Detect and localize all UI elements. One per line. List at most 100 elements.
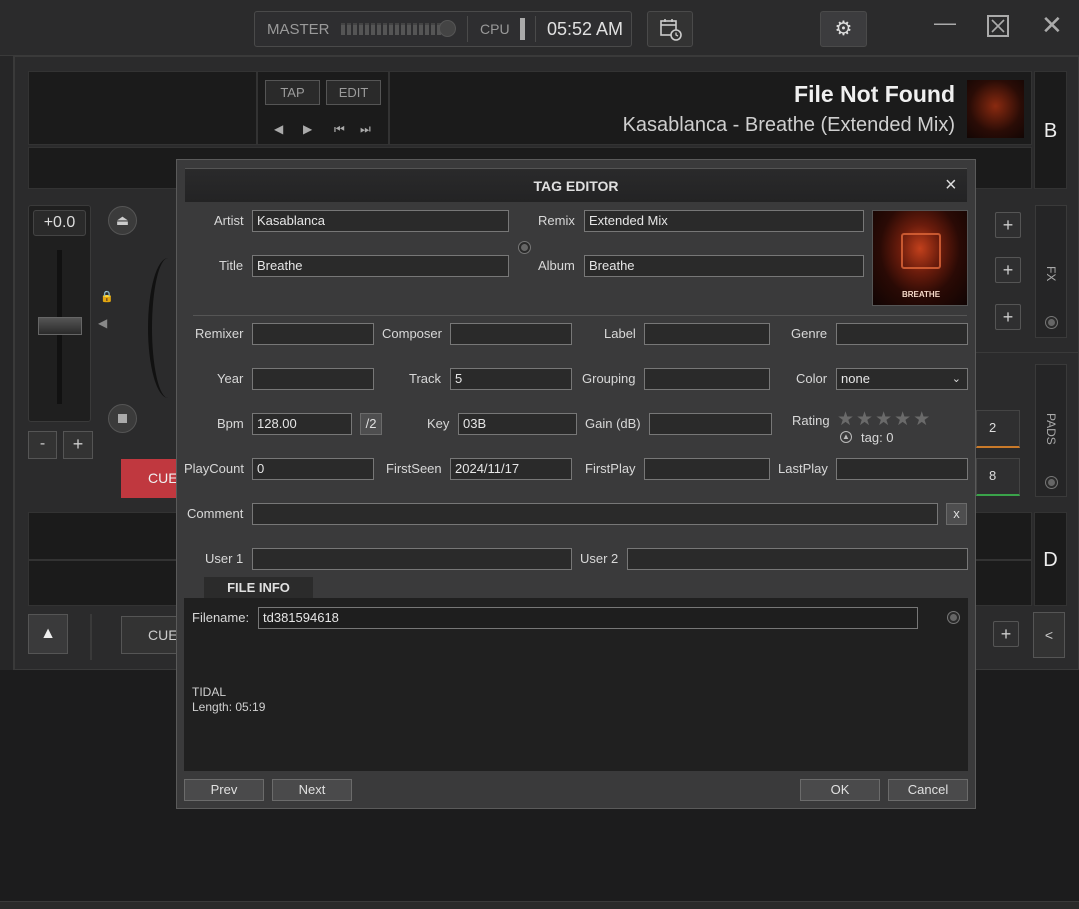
fx-radio-icon[interactable] — [1046, 317, 1057, 328]
comment-clear-button[interactable]: x — [946, 503, 967, 525]
star-icon[interactable]: ★ — [837, 410, 854, 430]
file-source: TIDAL — [192, 685, 227, 699]
fx-add-button-1[interactable]: + — [995, 212, 1021, 238]
pitch-minus-button[interactable]: - — [28, 431, 57, 459]
color-select-value: none — [841, 371, 870, 386]
user1-input[interactable] — [252, 548, 572, 570]
playcount-input[interactable]: 0 — [252, 458, 374, 480]
deck-letter-d[interactable]: D — [1034, 512, 1067, 606]
filename-label: Filename: — [192, 610, 250, 625]
lock-icon[interactable]: 🔒 — [100, 290, 114, 303]
album-artwork[interactable]: BREATHE — [872, 210, 968, 306]
title-input[interactable]: Breathe — [252, 255, 509, 277]
remix-input[interactable]: Extended Mix — [584, 210, 864, 232]
divider — [535, 16, 536, 42]
user2-input[interactable] — [627, 548, 968, 570]
star-icon[interactable]: ★ — [875, 410, 892, 430]
close-icon[interactable]: ✕ — [1041, 10, 1063, 41]
fx-label: FX — [1044, 266, 1058, 282]
comment-input[interactable] — [252, 503, 938, 525]
artist-input[interactable]: Kasablanca — [252, 210, 509, 232]
fx-add-button-3[interactable]: + — [995, 304, 1021, 330]
filename-options-icon[interactable] — [948, 612, 959, 623]
rating-stars[interactable]: ★ ★ ★ ★ ★ — [837, 410, 930, 430]
dialog-close-icon[interactable]: × — [945, 174, 957, 197]
edit-button[interactable]: EDIT — [326, 80, 381, 105]
filename-input[interactable]: td381594618 — [258, 607, 918, 629]
fx-tab[interactable]: FX — [1035, 205, 1067, 338]
label-label: Label — [604, 326, 636, 341]
up-arrow-icon[interactable]: ▲ — [28, 614, 68, 654]
calendar-clock-icon — [660, 19, 682, 41]
skip-forward-icon[interactable]: ⏭ — [360, 122, 371, 137]
skip-back-icon[interactable]: ⏮ — [334, 122, 345, 137]
expand-arrows-icon — [991, 19, 1005, 33]
grouping-input[interactable] — [644, 368, 770, 390]
pad-8[interactable]: 8 — [976, 458, 1020, 496]
master-knob-icon[interactable] — [439, 20, 456, 37]
firstplay-input[interactable] — [644, 458, 770, 480]
gain-label: Gain (dB) — [585, 416, 641, 431]
bpm-label: Bpm — [217, 416, 244, 431]
tag-count: tag: 0 — [861, 430, 894, 445]
key-input[interactable]: 03B — [458, 413, 577, 435]
color-label: Color — [796, 371, 828, 386]
gear-icon[interactable]: ⚙ — [820, 11, 867, 47]
genre-input[interactable] — [836, 323, 968, 345]
prev-button[interactable]: Prev — [184, 779, 264, 801]
pitch-slider-panel: +0.0 — [28, 205, 91, 422]
pitch-plus-button[interactable]: + — [63, 431, 93, 459]
minimize-icon[interactable]: — — [934, 10, 956, 36]
bpm-input[interactable]: 128.00 — [252, 413, 352, 435]
firstseen-input[interactable]: 2024/11/17 — [450, 458, 572, 480]
composer-label: Composer — [382, 326, 442, 341]
composer-input[interactable] — [450, 323, 572, 345]
restore-icon[interactable] — [987, 15, 1009, 37]
deck-letter-b[interactable]: B — [1034, 71, 1067, 189]
calendar-clock-button[interactable] — [647, 11, 693, 47]
bottom-add-button[interactable]: + — [993, 621, 1019, 647]
playcount-label: PlayCount — [184, 461, 244, 476]
eject-icon[interactable]: ⏏ — [108, 206, 137, 235]
play-icon[interactable]: ▶ — [303, 122, 312, 136]
genre-label: Genre — [791, 326, 828, 341]
bpm-half-button[interactable]: /2 — [360, 413, 382, 435]
cpu-meter — [520, 18, 525, 40]
artwork-synth-shape — [901, 233, 941, 269]
ok-button[interactable]: OK — [800, 779, 880, 801]
stop-button[interactable] — [108, 404, 137, 433]
left-arrow-icon[interactable]: ◀ — [98, 316, 107, 330]
artwork-text: BREATHE — [901, 290, 941, 299]
track-subtitle: Kasablanca - Breathe (Extended Mix) — [622, 114, 955, 136]
gain-input[interactable] — [649, 413, 772, 435]
tab-file-info[interactable]: FILE INFO — [204, 577, 313, 599]
lastplay-input[interactable] — [836, 458, 968, 480]
label-input[interactable] — [644, 323, 770, 345]
album-input[interactable]: Breathe — [584, 255, 864, 277]
tag-icon[interactable]: ▲ — [840, 431, 852, 443]
swap-toggle-icon[interactable] — [519, 242, 530, 253]
pads-tab[interactable]: PADS — [1035, 364, 1067, 497]
next-button[interactable]: Next — [272, 779, 352, 801]
separator — [193, 315, 967, 316]
pad-2[interactable]: 2 — [976, 410, 1020, 448]
chevron-down-icon: ⌄ — [951, 373, 961, 385]
track-label: Track — [409, 371, 442, 386]
prev-icon[interactable]: ◀ — [274, 122, 283, 136]
star-icon[interactable]: ★ — [913, 410, 930, 430]
collapse-button[interactable]: < — [1033, 612, 1065, 658]
cue-button-top[interactable]: CUE — [121, 459, 179, 498]
track-input[interactable]: 5 — [450, 368, 572, 390]
cpu-label: CPU — [480, 21, 510, 37]
star-icon[interactable]: ★ — [894, 410, 911, 430]
year-input[interactable] — [252, 368, 374, 390]
pitch-slider-handle[interactable] — [38, 317, 82, 335]
star-icon[interactable]: ★ — [856, 410, 873, 430]
remixer-input[interactable] — [252, 323, 374, 345]
tap-button[interactable]: TAP — [265, 80, 320, 105]
color-select[interactable]: none ⌄ — [836, 368, 968, 390]
fx-add-button-2[interactable]: + — [995, 257, 1021, 283]
cue-button-bottom[interactable]: CUE — [121, 616, 179, 654]
cancel-button[interactable]: Cancel — [888, 779, 968, 801]
pads-radio-icon[interactable] — [1046, 477, 1057, 488]
